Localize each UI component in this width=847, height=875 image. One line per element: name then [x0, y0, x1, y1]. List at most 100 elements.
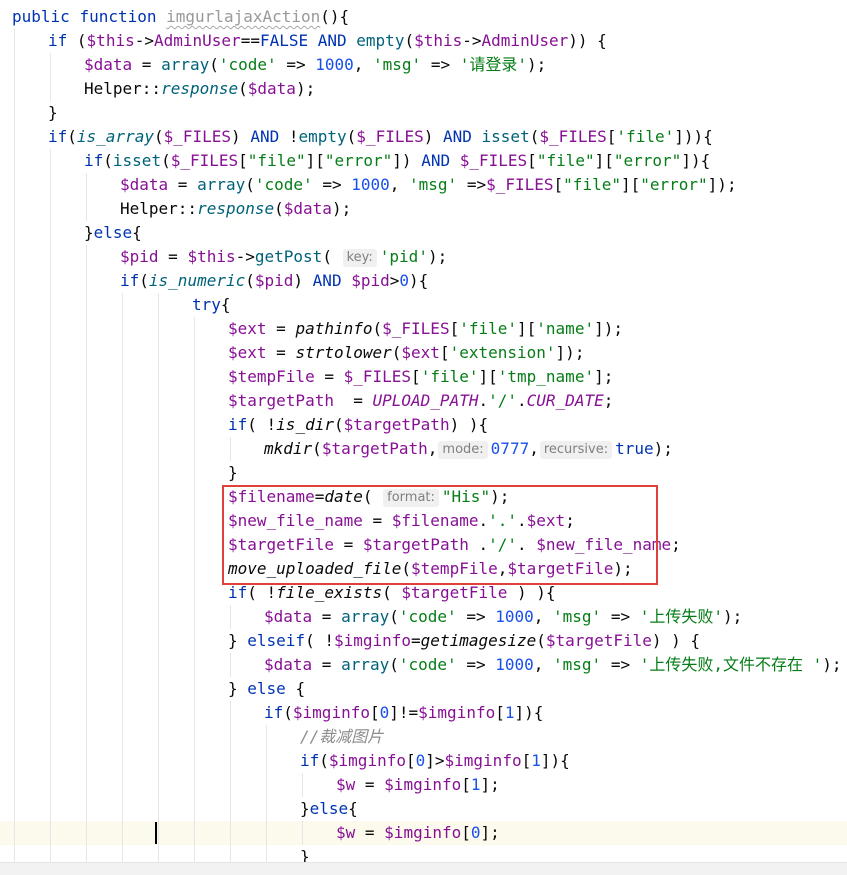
code-token: $imginfo	[328, 751, 406, 770]
indent-guide	[194, 725, 195, 749]
code-text: }	[228, 461, 238, 485]
code-text: Helper::response($data);	[120, 197, 351, 221]
indent-guide	[158, 461, 159, 485]
code-token: $data	[120, 175, 169, 194]
indent-guide	[86, 509, 87, 533]
code-line[interactable]: if(isset($_FILES["file"]["error"]) AND $…	[0, 149, 847, 173]
indent-guide	[86, 413, 87, 437]
indent-guide	[86, 437, 87, 461]
code-line[interactable]: //裁减图片	[0, 725, 847, 749]
code-token: (	[536, 631, 546, 650]
code-token: isset	[481, 127, 530, 146]
code-text: if(isset($_FILES["file"]["error"]) AND $…	[84, 149, 710, 173]
code-token: 'extension'	[449, 343, 556, 362]
code-token: =	[266, 343, 296, 362]
indent-guide	[122, 437, 123, 461]
code-line[interactable]: public function imgurlajaxAction(){	[0, 5, 847, 29]
code-token: 'msg'	[553, 607, 602, 626]
code-line[interactable]: $w = $imginfo[0];	[0, 821, 847, 845]
code-token: );	[653, 439, 673, 458]
indent-guide	[122, 725, 123, 749]
code-line[interactable]: if( !is_dir($targetPath) ){	[0, 413, 847, 437]
indent-guide	[14, 293, 15, 317]
code-line[interactable]: try{	[0, 293, 847, 317]
code-token: =	[355, 775, 385, 794]
code-token: (	[372, 319, 383, 338]
code-line[interactable]: $targetPath = UPLOAD_PATH.'/'.CUR_DATE;	[0, 389, 847, 413]
code-token: array	[341, 655, 390, 674]
indent-guide	[158, 701, 159, 725]
code-line[interactable]: $data = array('code' => 1000, 'msg' => '…	[0, 53, 847, 77]
code-token: (	[333, 415, 344, 434]
code-token: ==	[240, 31, 260, 50]
code-line[interactable]: Helper::response($data);	[0, 197, 847, 221]
code-text: Helper::response($data);	[84, 77, 315, 101]
code-line[interactable]: $data = array('code' => 1000, 'msg' => '…	[0, 605, 847, 629]
code-token: 'file'	[616, 127, 675, 146]
indent-guide	[14, 605, 15, 629]
indent-guide	[122, 821, 123, 845]
code-text: public function imgurlajaxAction(){	[12, 5, 349, 29]
code-text: if(is_numeric($pid) AND $pid>0){	[120, 269, 428, 293]
code-token: ,	[353, 55, 374, 74]
code-token: isset	[112, 151, 162, 170]
code-text: $tempFile = $_FILES['file']['tmp_name'];	[228, 365, 613, 389]
indent-guide	[14, 725, 15, 749]
code-text: $data = array('code' => 1000, 'msg' => '…	[84, 53, 546, 77]
code-line[interactable]: if(is_array($_FILES) AND !empty($_FILES)…	[0, 125, 847, 149]
code-line[interactable]: $tempFile = $_FILES['file']['tmp_name'];	[0, 365, 847, 389]
code-token: $data	[283, 199, 332, 218]
code-line[interactable]: $w = $imginfo[1];	[0, 773, 847, 797]
indent-guide	[158, 797, 159, 821]
code-line[interactable]: $ext = strtolower($ext['extension']);	[0, 341, 847, 365]
code-line[interactable]: }else{	[0, 221, 847, 245]
code-line[interactable]: if($imginfo[0]!=$imginfo[1]){	[0, 701, 847, 725]
code-line[interactable]: $data = array('code' => 1000, 'msg' =>$_…	[0, 173, 847, 197]
code-token: (	[389, 655, 399, 674]
code-token: 'msg'	[409, 175, 458, 194]
code-line[interactable]: if($imginfo[0]>$imginfo[1]){	[0, 749, 847, 773]
code-token: $pid	[254, 271, 294, 290]
indent-guide	[14, 557, 15, 581]
code-token: ]>	[425, 751, 445, 770]
indent-guide	[14, 101, 15, 125]
code-token: mkdir	[264, 439, 313, 458]
code-line[interactable]: if(is_numeric($pid) AND $pid>0){	[0, 269, 847, 293]
code-token: $w	[336, 823, 356, 842]
code-token: else	[93, 223, 133, 242]
code-line[interactable]: }else{	[0, 797, 847, 821]
code-line[interactable]: } else {	[0, 677, 847, 701]
code-token: if	[48, 31, 77, 50]
code-line[interactable]: }	[0, 101, 847, 125]
code-token: AND	[443, 127, 482, 146]
code-token: 1000	[315, 55, 354, 74]
indent-guide	[50, 437, 51, 461]
code-token: function	[79, 7, 167, 26]
code-token: $tempFile	[228, 367, 315, 386]
code-token: (){	[320, 7, 350, 26]
code-token: =>	[601, 607, 640, 626]
indent-guide	[158, 317, 159, 341]
code-line[interactable]: } elseif( !$imginfo=getimagesize($target…	[0, 629, 847, 653]
code-line[interactable]: }	[0, 461, 847, 485]
indent-guide	[86, 557, 87, 581]
indent-guide	[86, 773, 87, 797]
code-token: 1000	[351, 175, 390, 194]
code-token: if	[228, 583, 248, 602]
horizontal-scrollbar[interactable]	[0, 862, 847, 875]
code-line[interactable]: Helper::response($data);	[0, 77, 847, 101]
code-line[interactable]: $ext = pathinfo($_FILES['file']['name'])…	[0, 317, 847, 341]
code-token: =	[158, 247, 188, 266]
code-token: )	[293, 271, 313, 290]
code-token: getPost	[254, 247, 323, 266]
code-editor[interactable]: public function imgurlajaxAction(){if ($…	[0, 0, 847, 875]
indent-guide	[122, 317, 123, 341]
code-text: } else {	[228, 677, 305, 701]
code-line[interactable]: mkdir($targetPath, mode: 0777, recursive: tr…	[0, 437, 847, 461]
indent-guide	[122, 485, 123, 509]
indent-guide	[14, 533, 15, 557]
code-line[interactable]: $pid = $this->getPost( key:'pid');	[0, 245, 847, 269]
code-line[interactable]: $data = array('code' => 1000, 'msg' => '…	[0, 653, 847, 677]
code-token: if	[228, 415, 248, 434]
code-line[interactable]: if ($this->AdminUser==FALSE AND empty($t…	[0, 29, 847, 53]
